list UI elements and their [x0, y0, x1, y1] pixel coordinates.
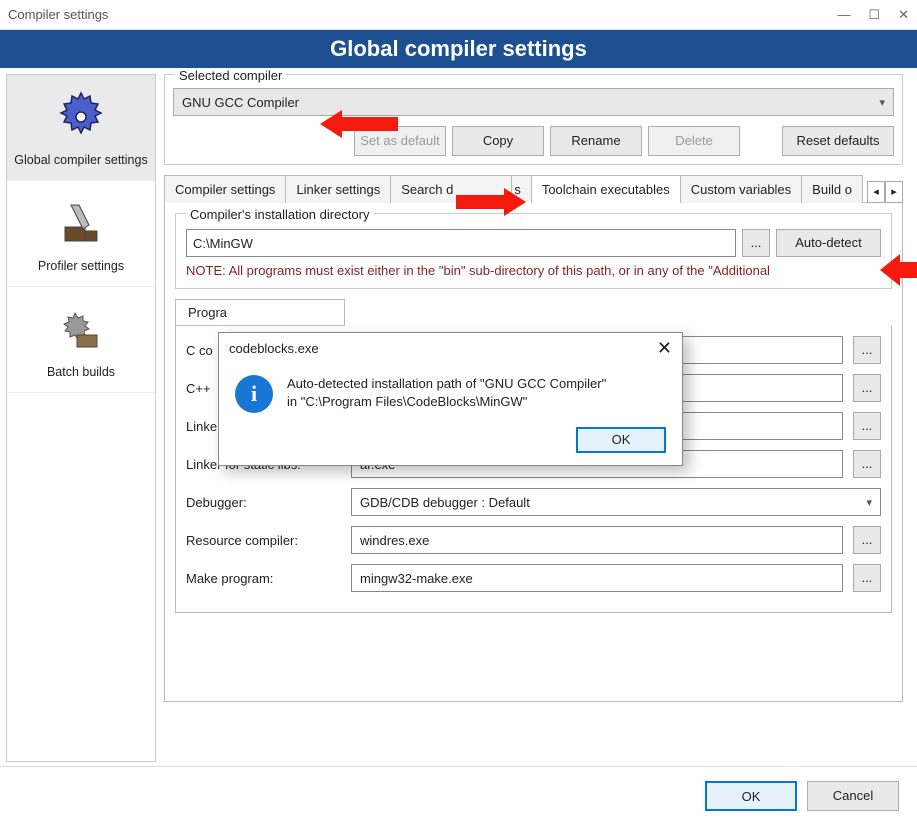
- window-titlebar: Compiler settings ― ☐ ✕: [0, 0, 917, 30]
- dialog-ok-button[interactable]: OK: [576, 427, 666, 453]
- close-icon[interactable]: ✕: [898, 7, 909, 23]
- field-make-program[interactable]: mingw32-make.exe: [351, 564, 843, 592]
- browse-resource-compiler[interactable]: ...: [853, 526, 881, 554]
- dialog-title: codeblocks.exe: [229, 341, 319, 356]
- row-resource-compiler: Resource compiler: windres.exe ...: [186, 526, 881, 554]
- tab-scroll-left[interactable]: ◂: [867, 181, 885, 203]
- annotation-arrow-3: [880, 250, 917, 290]
- reset-defaults-button[interactable]: Reset defaults: [782, 126, 894, 156]
- autodetect-dialog: codeblocks.exe ✕ i Auto-detected install…: [218, 332, 683, 466]
- rename-button[interactable]: Rename: [550, 126, 642, 156]
- copy-button[interactable]: Copy: [452, 126, 544, 156]
- compiler-select-value: GNU GCC Compiler: [182, 95, 299, 110]
- window-title: Compiler settings: [8, 7, 837, 22]
- sidebar-item-label: Batch builds: [11, 365, 151, 380]
- install-dir-group-title: Compiler's installation directory: [186, 207, 374, 222]
- dialog-footer: OK Cancel: [0, 766, 917, 825]
- sidebar-item-profiler[interactable]: Profiler settings: [7, 181, 155, 287]
- annotation-arrow-1: [320, 107, 400, 141]
- annotation-arrow-2: [456, 186, 526, 218]
- install-dir-note: NOTE: All programs must exist either in …: [186, 263, 881, 278]
- ok-button[interactable]: OK: [705, 781, 797, 811]
- info-icon: i: [235, 375, 273, 413]
- chevron-down-icon: ▾: [879, 96, 885, 109]
- sidebar-item-label: Profiler settings: [11, 259, 151, 274]
- field-resource-compiler[interactable]: windres.exe: [351, 526, 843, 554]
- selected-compiler-group-title: Selected compiler: [175, 68, 286, 83]
- install-dir-group: Compiler's installation directory C:\Min…: [175, 213, 892, 289]
- page-banner: Global compiler settings: [0, 30, 917, 68]
- selected-compiler-group: Selected compiler GNU GCC Compiler ▾ Set…: [164, 74, 903, 165]
- tab-custom-variables[interactable]: Custom variables: [680, 175, 802, 203]
- row-debugger: Debugger: GDB/CDB debugger : Default ▾: [186, 488, 881, 516]
- delete-button[interactable]: Delete: [648, 126, 740, 156]
- label-resource-compiler: Resource compiler:: [186, 533, 341, 548]
- auto-detect-button[interactable]: Auto-detect: [776, 229, 881, 257]
- sidebar-item-label: Global compiler settings: [11, 153, 151, 168]
- subtab-program-files[interactable]: Progra: [175, 299, 345, 326]
- install-dir-input[interactable]: C:\MinGW: [186, 229, 736, 257]
- tab-compiler-settings[interactable]: Compiler settings: [164, 175, 286, 203]
- install-dir-value: C:\MinGW: [193, 236, 253, 251]
- cancel-button[interactable]: Cancel: [807, 781, 899, 811]
- caliper-icon: [49, 191, 113, 255]
- browse-make-program[interactable]: ...: [853, 564, 881, 592]
- browse-linker-static[interactable]: ...: [853, 450, 881, 478]
- sidebar-item-global-compiler[interactable]: Global compiler settings: [7, 75, 155, 181]
- minimize-icon[interactable]: ―: [837, 7, 850, 23]
- compiler-select[interactable]: GNU GCC Compiler ▾: [173, 88, 894, 116]
- sidebar: Global compiler settings Profiler settin…: [6, 74, 156, 762]
- label-debugger: Debugger:: [186, 495, 341, 510]
- browse-c-compiler[interactable]: ...: [853, 336, 881, 364]
- tab-build-options[interactable]: Build o: [801, 175, 863, 203]
- browse-button[interactable]: ...: [742, 229, 770, 257]
- label-make-program: Make program:: [186, 571, 341, 586]
- dialog-message: Auto-detected installation path of "GNU …: [287, 375, 606, 411]
- gear-icon: [49, 85, 113, 149]
- build-gear-icon: [49, 297, 113, 361]
- field-debugger[interactable]: GDB/CDB debugger : Default ▾: [351, 488, 881, 516]
- tab-toolchain-executables[interactable]: Toolchain executables: [531, 175, 681, 203]
- program-subtabs: Progra: [175, 299, 892, 326]
- row-make-program: Make program: mingw32-make.exe ...: [186, 564, 881, 592]
- main-tabs: Compiler settings Linker settings Search…: [164, 175, 903, 203]
- browse-cpp-compiler[interactable]: ...: [853, 374, 881, 402]
- maximize-icon[interactable]: ☐: [868, 7, 880, 23]
- tab-linker-settings[interactable]: Linker settings: [285, 175, 391, 203]
- dialog-close-icon[interactable]: ✕: [657, 338, 672, 359]
- chevron-down-icon: ▾: [866, 496, 872, 509]
- sidebar-item-batch-builds[interactable]: Batch builds: [7, 287, 155, 393]
- browse-linker[interactable]: ...: [853, 412, 881, 440]
- tab-scroll-right[interactable]: ▸: [885, 181, 903, 203]
